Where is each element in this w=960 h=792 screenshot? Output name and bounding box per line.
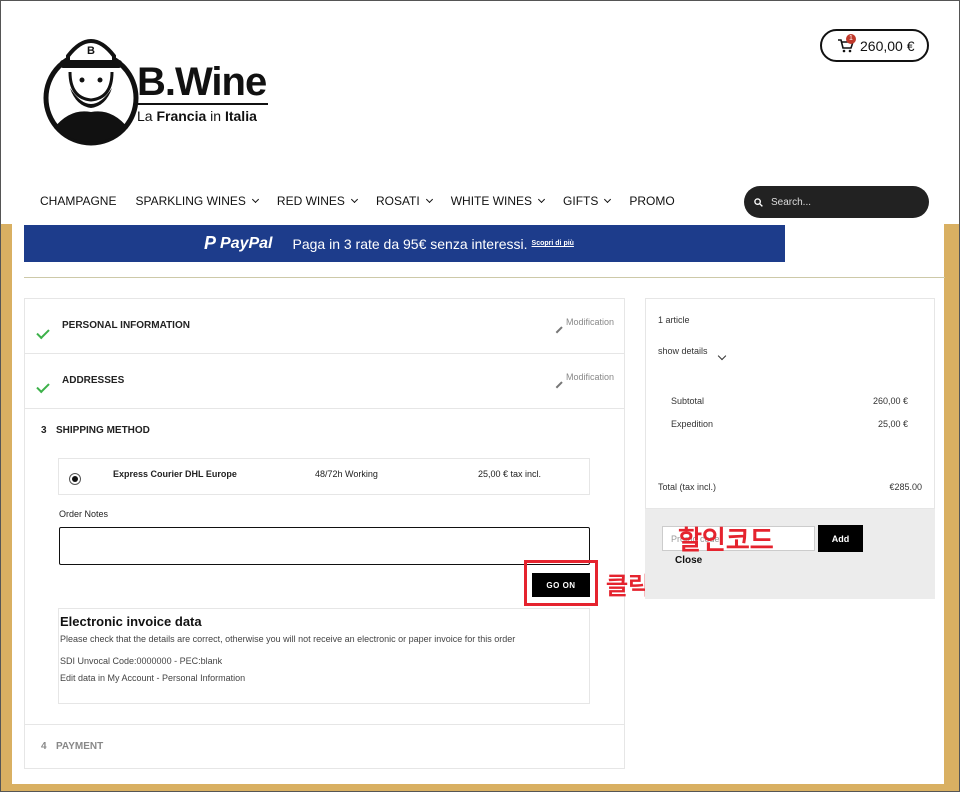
tagline-in: in [206, 108, 225, 124]
paypal-logo-text: PayPal [220, 234, 273, 252]
nav-label: SPARKLING WINES [135, 194, 246, 208]
expedition-value: 25,00 € [877, 419, 908, 429]
nav-sparkling-wines[interactable]: SPARKLING WINES [135, 194, 259, 208]
step-addresses[interactable]: ADDRESSES Modification [25, 354, 624, 409]
brand-underline [138, 103, 268, 105]
modify-label: Modification [565, 317, 614, 327]
annotation-highlight-box [524, 560, 598, 606]
carrier-price: 25,00 € tax incl. [478, 469, 542, 479]
tagline-prefix: La [137, 108, 157, 124]
annotation-click-text: 클릭 [606, 572, 651, 600]
step-number: 3 [41, 425, 47, 436]
step-title: SHIPPING METHOD [56, 425, 150, 436]
total-value: €285.00 [889, 482, 922, 492]
invoice-title: Electronic invoice data [60, 614, 202, 629]
nav-white-wines[interactable]: WHITE WINES [450, 194, 546, 208]
order-notes-field[interactable] [59, 527, 590, 565]
order-notes-label: Order Notes [59, 509, 109, 519]
carrier-name: Express Courier DHL Europe [113, 469, 237, 479]
nav-gifts[interactable]: GIFTS [563, 194, 612, 208]
invoice-note: Please check that the details are correc… [60, 634, 516, 644]
chevron-down-icon [350, 195, 358, 204]
nav-label: CHAMPAGNE [40, 194, 117, 208]
paypal-learn-more-link[interactable]: Scopri di più [532, 240, 574, 247]
shipping-radio[interactable] [69, 473, 81, 485]
paypal-banner[interactable]: P PayPal Paga in 3 rate da 95€ senza inte… [24, 225, 785, 262]
chevron-down-icon [538, 195, 546, 204]
article-count: 1 article [658, 315, 690, 325]
brand-tagline: La Francia in Italia [137, 108, 257, 124]
check-icon [36, 379, 50, 394]
check-icon [36, 325, 50, 340]
main-nav: CHAMPAGNE SPARKLING WINES RED WINES ROSA… [40, 194, 694, 208]
subtotal-value: 260,00 € [872, 396, 908, 406]
add-promo-button[interactable]: Add [818, 525, 863, 552]
chevron-down-icon[interactable] [717, 351, 727, 361]
modify-link[interactable]: Modification [555, 372, 614, 389]
electronic-invoice-panel: Electronic invoice data Please check tha… [58, 608, 590, 704]
paypal-logo: P PayPal [204, 233, 273, 254]
invoice-edit-link[interactable]: Edit data in My Account - Personal Infor… [60, 673, 589, 683]
nav-label: PROMO [629, 194, 675, 208]
nav-rosati[interactable]: ROSATI [375, 194, 433, 208]
nav-label: RED WINES [276, 194, 345, 208]
step-payment[interactable]: 4 PAYMENT [25, 725, 624, 769]
cart-total: 260,00 € [860, 37, 915, 54]
annotation-promo-text: 할인코드 [678, 526, 774, 556]
subtotal-label: Subtotal [671, 396, 705, 406]
step-title: ADDRESSES [62, 375, 125, 386]
modify-link[interactable]: Modification [555, 317, 614, 334]
chevron-down-icon [604, 195, 612, 204]
cart-summary: 1 article show details Subtotal 260,00 €… [645, 298, 935, 509]
invoice-code: SDI Unvocal Code:0000000 - PEC:blank [60, 656, 223, 666]
step-title: PERSONAL INFORMATION [62, 320, 190, 331]
paypal-p-icon: P [204, 233, 217, 253]
cart-count-badge: 1 [846, 34, 856, 44]
carrier-delay: 48/72h Working [315, 469, 378, 479]
pencil-icon [555, 326, 563, 334]
tagline-italia: Italia [224, 108, 257, 124]
search-icon[interactable] [754, 197, 763, 207]
total-label: Total (tax incl.) [658, 482, 717, 492]
nav-label: WHITE WINES [450, 194, 533, 208]
nav-label: ROSATI [375, 194, 420, 208]
shipping-option[interactable]: Express Courier DHL Europe 48/72h Workin… [58, 458, 590, 495]
nav-promo[interactable]: PROMO [629, 194, 674, 208]
tagline-francia: Francia [156, 108, 207, 124]
paypal-text: Paga in 3 rate da 95€ senza interessi. [292, 235, 528, 252]
svg-text:B: B [87, 45, 95, 57]
chevron-down-icon [425, 195, 433, 204]
show-details-link[interactable]: show details [658, 346, 708, 356]
nav-label: GIFTS [563, 194, 599, 208]
search-bar [744, 186, 929, 218]
brand-name: B.Wine [137, 60, 267, 104]
modify-label: Modification [565, 372, 614, 382]
divider [24, 277, 945, 278]
search-input[interactable] [771, 196, 911, 208]
step-title: PAYMENT [56, 741, 104, 752]
step-number: 4 [41, 741, 47, 752]
step-personal-information[interactable]: PERSONAL INFORMATION Modification [25, 299, 624, 354]
nav-champagne[interactable]: CHAMPAGNE [40, 194, 116, 208]
pencil-icon [555, 381, 563, 389]
nav-red-wines[interactable]: RED WINES [276, 194, 358, 208]
chevron-down-icon [251, 195, 259, 204]
expedition-label: Expedition [671, 419, 714, 429]
cart-button[interactable]: 260,00 € [820, 29, 929, 62]
